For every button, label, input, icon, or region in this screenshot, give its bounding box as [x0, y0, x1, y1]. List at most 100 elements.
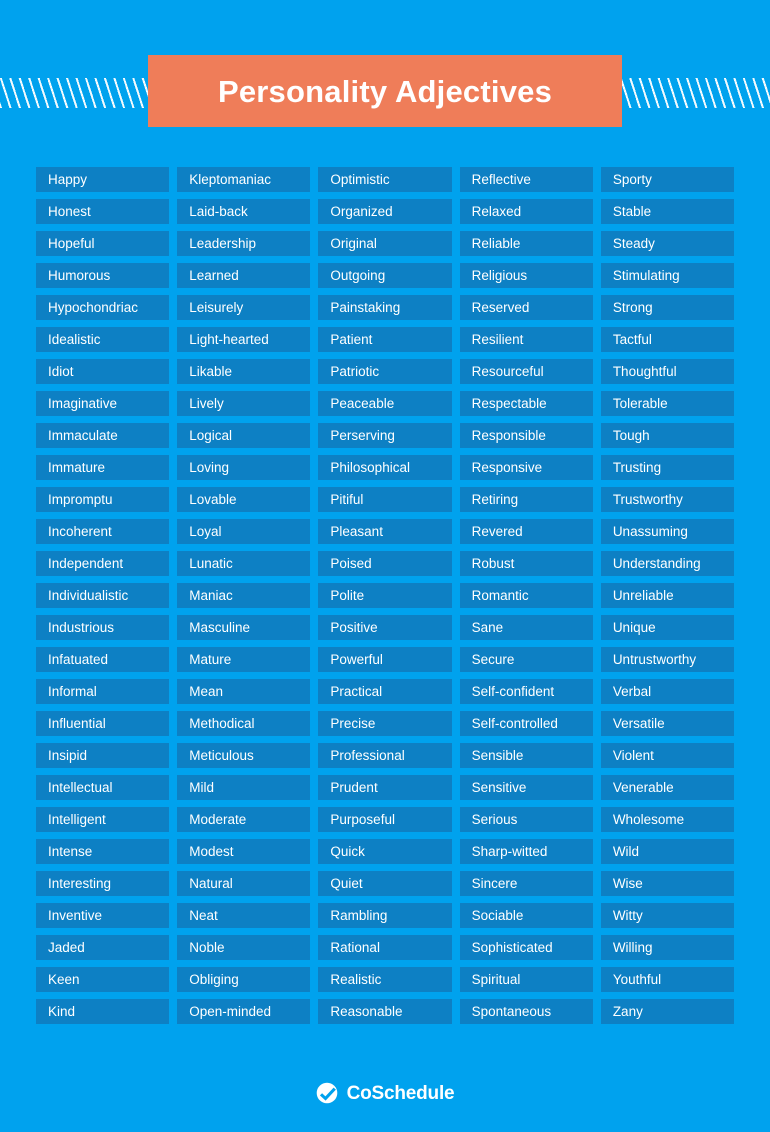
adjective-cell: Steady: [600, 231, 735, 256]
adjective-cell: Incoherent: [36, 519, 170, 544]
page-title: Personality Adjectives: [217, 73, 553, 109]
adjective-cell: Leadership: [177, 231, 311, 256]
adjective-cell: Positive: [318, 615, 452, 640]
adjective-cell: Mature: [177, 647, 311, 672]
adjective-cell: Sophisticated: [459, 935, 593, 960]
adjective-cell: Precise: [318, 711, 452, 736]
adjective-cell: Witty: [600, 903, 735, 928]
adjective-cell: Infatuated: [36, 647, 170, 672]
adjective-cell: Unique: [600, 615, 735, 640]
adjective-cell: Industrious: [36, 615, 170, 640]
adjective-cell: Youthful: [600, 967, 735, 992]
adjective-cell: Quiet: [318, 871, 452, 896]
adjective-cell: Sensible: [459, 743, 593, 768]
adjective-cell: Intense: [36, 839, 170, 864]
adjective-cell: Spontaneous: [459, 999, 593, 1024]
adjective-cell: Honest: [36, 199, 170, 224]
adjective-cell: Humorous: [36, 263, 170, 288]
adjective-cell: Respectable: [459, 391, 593, 416]
adjective-cell: Open-minded: [177, 999, 311, 1024]
adjective-cell: Self-controlled: [459, 711, 593, 736]
adjective-column-4: Reflective Relaxed Reliable Religious Reserv…: [459, 167, 593, 1024]
adjective-cell: Tactful: [600, 327, 735, 352]
adjective-cell: Reserved: [459, 295, 593, 320]
adjective-cell: Loving: [177, 455, 311, 480]
adjective-cell: Wise: [600, 871, 735, 896]
adjective-cell: Sociable: [459, 903, 593, 928]
adjective-cell: Verbal: [600, 679, 735, 704]
adjective-cell: Serious: [459, 807, 593, 832]
adjective-cell: Versatile: [600, 711, 735, 736]
adjective-cell: Jaded: [36, 935, 170, 960]
adjective-column-1: Happy Honest Hopeful Humorous Hypochondriac I…: [36, 167, 170, 1024]
adjective-cell: Obliging: [177, 967, 311, 992]
adjective-cell: Likable: [177, 359, 311, 384]
adjective-cell: Stimulating: [600, 263, 735, 288]
adjective-cell: Secure: [459, 647, 593, 672]
adjective-column-2: Kleptomaniac Laid-back Leadership Learned Le…: [177, 167, 311, 1024]
adjective-cell: Strong: [600, 295, 735, 320]
adjective-cell: Sporty: [600, 167, 735, 192]
adjective-cell: Impromptu: [36, 487, 170, 512]
adjective-cell: Imaginative: [36, 391, 170, 416]
adjective-cell: Rambling: [318, 903, 452, 928]
adjective-cell: Lively: [177, 391, 311, 416]
adjective-cell: Maniac: [177, 583, 311, 608]
adjective-cell: Lunatic: [177, 551, 311, 576]
title-banner: Personality Adjectives: [148, 55, 622, 127]
adjective-cell: Immature: [36, 455, 170, 480]
adjective-cell: Original: [318, 231, 452, 256]
adjective-cell: Thoughtful: [600, 359, 735, 384]
adjective-cell: Noble: [177, 935, 311, 960]
adjective-cell: Patriotic: [318, 359, 452, 384]
adjective-cell: Retiring: [459, 487, 593, 512]
adjective-cell: Practical: [318, 679, 452, 704]
adjective-cell: Optimistic: [318, 167, 452, 192]
adjective-cell: Light-hearted: [177, 327, 311, 352]
adjective-cell: Polite: [318, 583, 452, 608]
adjective-cell: Unassuming: [600, 519, 735, 544]
adjective-cell: Professional: [318, 743, 452, 768]
header: Personality Adjectives: [0, 0, 770, 130]
adjective-cell: Intelligent: [36, 807, 170, 832]
adjective-cell: Patient: [318, 327, 452, 352]
adjective-cell: Relaxed: [459, 199, 593, 224]
adjective-cell: Idiot: [36, 359, 170, 384]
adjective-cell: Reasonable: [318, 999, 452, 1024]
adjective-cell: Romantic: [459, 583, 593, 608]
adjective-cell: Resourceful: [459, 359, 593, 384]
adjective-cell: Tolerable: [600, 391, 735, 416]
adjective-cell: Influential: [36, 711, 170, 736]
adjective-cell: Responsible: [459, 423, 593, 448]
adjective-cell: Intellectual: [36, 775, 170, 800]
adjective-cell: Kind: [36, 999, 170, 1024]
adjective-cell: Wild: [600, 839, 735, 864]
adjective-cell: Interesting: [36, 871, 170, 896]
hatch-pattern-left: [0, 78, 150, 108]
adjective-cell: Insipid: [36, 743, 170, 768]
adjective-cell: Masculine: [177, 615, 311, 640]
adjective-cell: Idealistic: [36, 327, 170, 352]
adjective-cell: Untrustworthy: [600, 647, 735, 672]
adjective-cell: Violent: [600, 743, 735, 768]
adjective-cell: Philosophical: [318, 455, 452, 480]
adjective-cell: Individualistic: [36, 583, 170, 608]
adjective-cell: Hypochondriac: [36, 295, 170, 320]
circle-check-icon: [316, 1082, 338, 1104]
adjective-cell: Sharp-witted: [459, 839, 593, 864]
footer: CoSchedule: [0, 1082, 770, 1104]
adjective-cell: Reliable: [459, 231, 593, 256]
adjective-cell: Kleptomaniac: [177, 167, 311, 192]
adjective-cell: Self-confident: [459, 679, 593, 704]
adjective-cell: Willing: [600, 935, 735, 960]
adjective-cell: Responsive: [459, 455, 593, 480]
adjective-cell: Quick: [318, 839, 452, 864]
adjective-cell: Moderate: [177, 807, 311, 832]
adjective-cell: Rational: [318, 935, 452, 960]
adjective-cell: Neat: [177, 903, 311, 928]
adjective-cell: Religious: [459, 263, 593, 288]
adjective-cell: Resilient: [459, 327, 593, 352]
adjective-cell: Trustworthy: [600, 487, 735, 512]
adjective-cell: Pitiful: [318, 487, 452, 512]
adjective-cell: Venerable: [600, 775, 735, 800]
